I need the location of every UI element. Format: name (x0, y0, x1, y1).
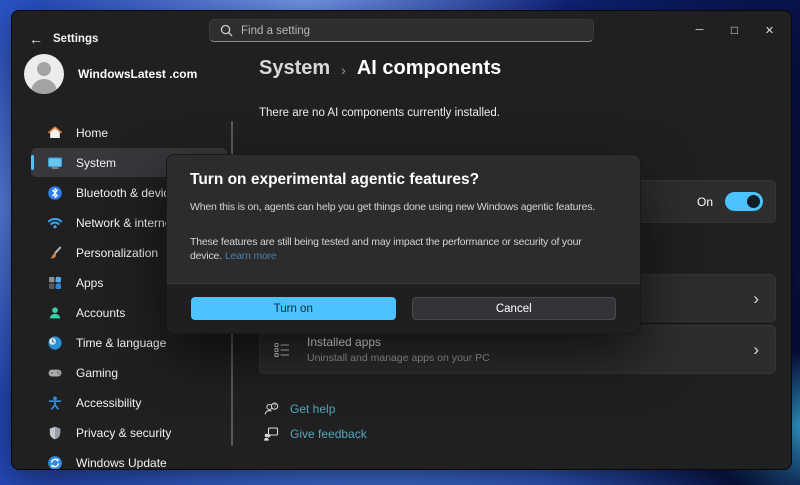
sidebar-item-gaming[interactable]: Gaming (31, 358, 227, 387)
chevron-right-icon: › (753, 290, 759, 307)
breadcrumb-parent[interactable]: System (259, 57, 330, 80)
toggle-knob (747, 195, 760, 208)
link-label: Give feedback (290, 427, 367, 441)
sidebar-item-accessibility[interactable]: Accessibility (31, 388, 227, 417)
back-button[interactable]: ← (24, 27, 48, 51)
installed-apps-icon (273, 341, 291, 359)
sidebar-item-label: Apps (76, 276, 103, 290)
desktop-wallpaper: { "window": { "title": "Settings" }, "ti… (0, 0, 800, 485)
cancel-button[interactable]: Cancel (412, 297, 617, 320)
sidebar-item-label: Privacy & security (76, 426, 171, 440)
row-subtitle: Uninstall and manage apps on your PC (307, 352, 490, 364)
toggle-switch[interactable] (725, 192, 763, 211)
window-title: Settings (53, 33, 98, 45)
sidebar-item-label: Accessibility (76, 396, 141, 410)
network-icon (47, 215, 63, 231)
user-profile: WindowsLatest .com (24, 54, 197, 94)
search-icon (220, 24, 233, 37)
page-title: AI components (357, 57, 501, 80)
sidebar-item-home[interactable]: Home (31, 118, 227, 147)
system-icon (47, 155, 63, 171)
get-help-icon: ? (263, 401, 279, 417)
give-feedback-icon (263, 426, 279, 442)
chevron-right-icon: › (753, 341, 759, 358)
sidebar-item-windows-update[interactable]: Windows Update (31, 448, 227, 470)
accessibility-icon (47, 395, 63, 411)
agentic-features-dialog: Turn on experimental agentic features? W… (166, 154, 641, 334)
bluetooth-icon (47, 185, 63, 201)
empty-state-message: There are no AI components currently ins… (259, 107, 500, 119)
settings-window: ← Settings ─ □ ✕ WindowsLatest .com Home (11, 10, 792, 470)
accounts-icon (47, 305, 63, 321)
personalization-icon (47, 245, 63, 261)
toggle-state-label: On (697, 195, 713, 209)
dialog-footer: Turn on Cancel (167, 283, 640, 333)
sidebar-item-label: Personalization (76, 246, 158, 260)
home-icon (47, 125, 63, 141)
sidebar-item-label: Home (76, 126, 108, 140)
sidebar-item-privacy-security[interactable]: Privacy & security (31, 418, 227, 447)
sidebar-item-label: System (76, 156, 116, 170)
dialog-paragraph-2: These features are still being tested an… (190, 235, 617, 264)
privacy-security-icon (47, 425, 63, 441)
link-label: Get help (290, 402, 335, 416)
dialog-paragraph-1: When this is on, agents can help you get… (190, 200, 617, 215)
avatar (24, 54, 64, 94)
time-language-icon (47, 335, 63, 351)
gaming-icon (47, 365, 63, 381)
sidebar-item-label: Accounts (76, 306, 125, 320)
give-feedback-link[interactable]: Give feedback (263, 424, 367, 444)
sidebar-item-label: Gaming (76, 366, 118, 380)
svg-text:?: ? (273, 404, 276, 410)
row-title: Installed apps (307, 335, 490, 349)
breadcrumb-separator-icon: › (341, 60, 346, 78)
sidebar-item-label: Network & internet (76, 216, 175, 230)
windows-update-icon (47, 455, 63, 471)
back-icon: ← (29, 31, 43, 47)
sidebar-item-label: Time & language (76, 336, 166, 350)
learn-more-link[interactable]: Learn more (225, 250, 277, 262)
dialog-title: Turn on experimental agentic features? (190, 171, 617, 189)
sidebar-item-label: Windows Update (76, 456, 167, 470)
user-name: WindowsLatest .com (78, 67, 197, 81)
breadcrumb: System › AI components (259, 57, 501, 80)
turn-on-button[interactable]: Turn on (191, 297, 396, 320)
apps-icon (47, 275, 63, 291)
get-help-link[interactable]: ? Get help (263, 399, 335, 419)
